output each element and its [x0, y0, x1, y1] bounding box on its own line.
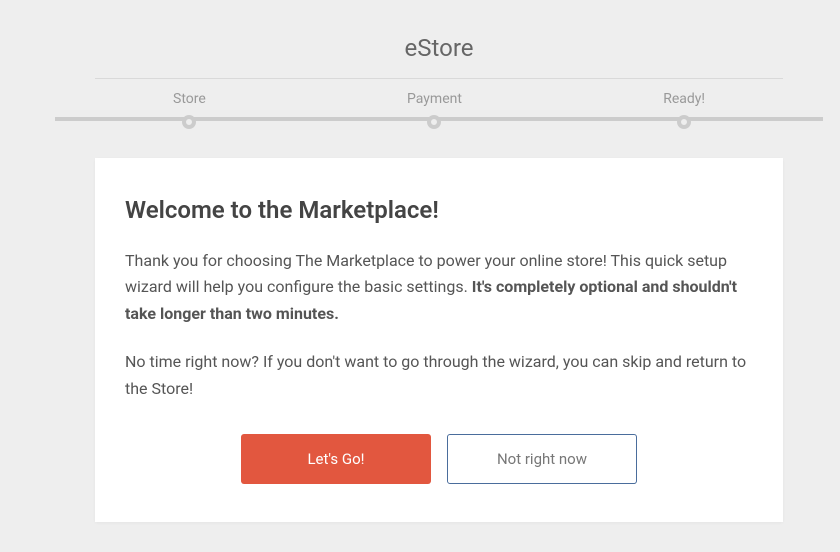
skip-text: No time right now? If you don't want to … — [125, 349, 753, 402]
stepper-steps: Store Payment Ready! — [95, 79, 783, 129]
card-title: Welcome to the Marketplace! — [125, 196, 753, 224]
step-ready: Ready! — [663, 79, 705, 129]
step-label: Payment — [407, 79, 462, 107]
step-label: Ready! — [663, 79, 705, 107]
stepper: Store Payment Ready! — [95, 79, 783, 134]
welcome-card: Welcome to the Marketplace! Thank you fo… — [95, 158, 783, 522]
not-now-button[interactable]: Not right now — [447, 434, 637, 484]
wizard-container: eStore Store Payment Ready! Welcome to t… — [0, 28, 840, 522]
button-row: Let's Go! Not right now — [125, 434, 753, 484]
lets-go-button[interactable]: Let's Go! — [241, 434, 431, 484]
header: eStore — [95, 28, 783, 79]
step-payment: Payment — [407, 79, 462, 129]
step-dot-icon — [182, 115, 196, 129]
step-label: Store — [173, 79, 206, 107]
step-dot-icon — [677, 115, 691, 129]
app-title: eStore — [95, 28, 783, 68]
intro-text: Thank you for choosing The Marketplace t… — [125, 248, 753, 327]
step-dot-icon — [427, 115, 441, 129]
step-store: Store — [173, 79, 206, 129]
